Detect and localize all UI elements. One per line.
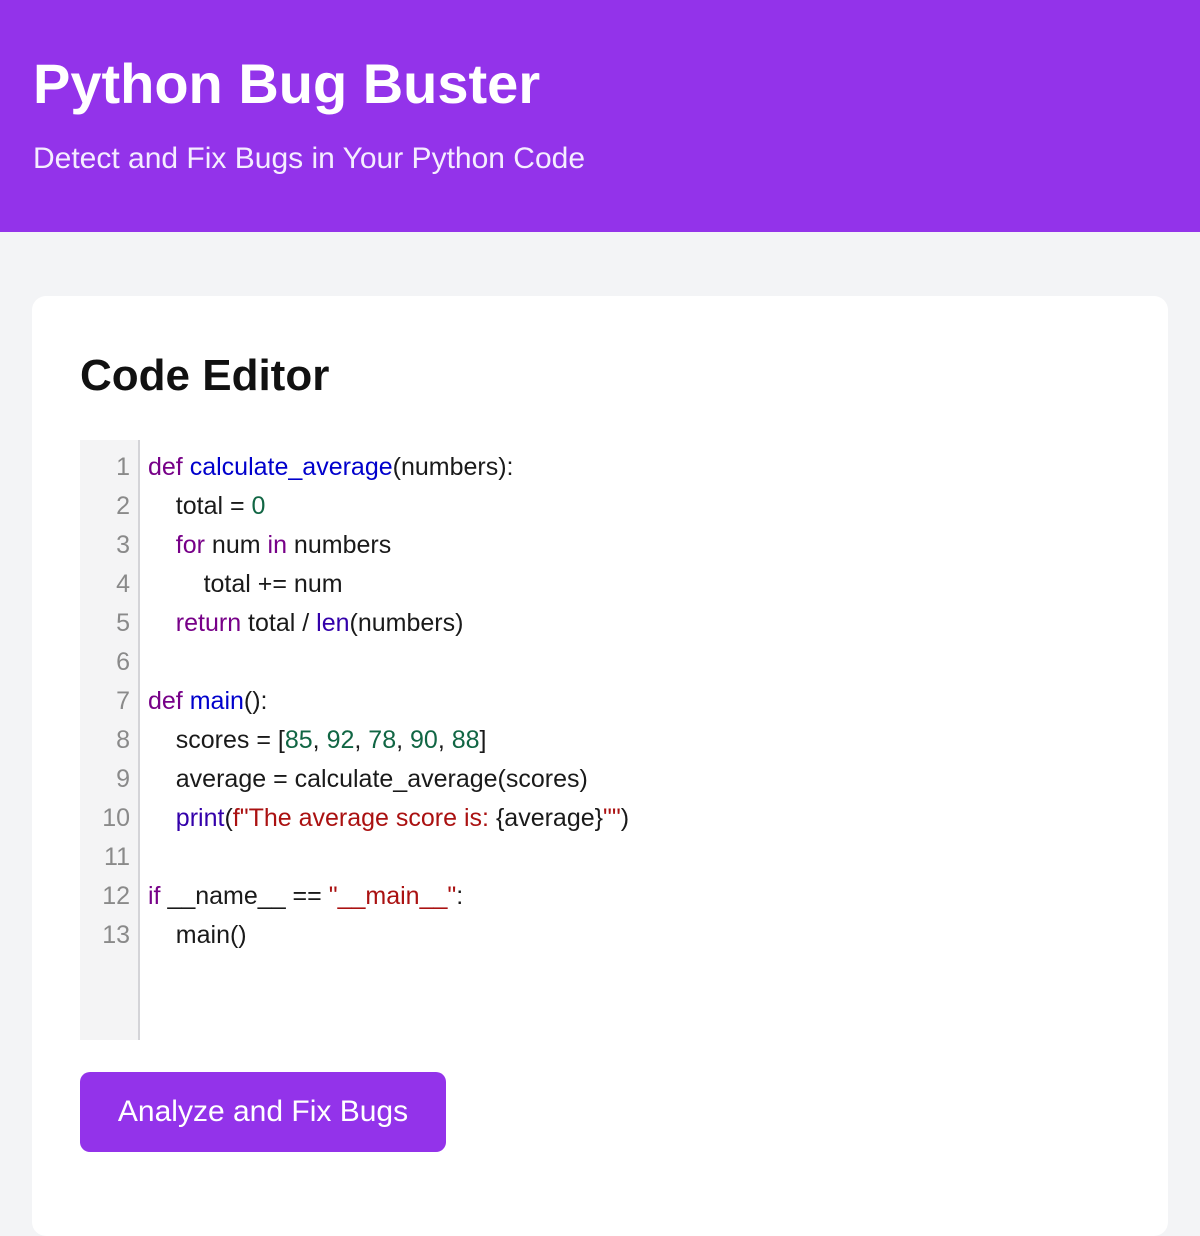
code-token: num [204,531,268,559]
code-token: 92 [326,726,355,754]
code-line[interactable]: print(f"The average score is: {average}"… [148,799,629,837]
code-line[interactable]: total += num [148,565,343,603]
code-token: main() [148,921,247,949]
code-token: 88 [451,726,480,754]
code-token: , [396,726,411,754]
code-token: def [148,687,183,715]
code-line[interactable]: if __name__ == "__main__": [148,877,463,915]
code-token: average = calculate_average(scores) [148,765,588,793]
code-line[interactable]: total = 0 [148,487,266,525]
code-line[interactable]: def calculate_average(numbers): [148,448,514,486]
code-token: (numbers): [392,453,514,481]
line-number: 12 [102,882,130,910]
line-number: 7 [116,687,130,715]
code-token: in [267,531,287,559]
line-number: 6 [116,648,130,676]
code-line[interactable]: average = calculate_average(scores) [148,760,588,798]
code-line[interactable]: main() [148,916,247,954]
code-token: main [189,687,244,715]
code-token: , [354,726,369,754]
code-token: if [148,882,161,910]
app-title: Python Bug Buster [33,52,541,115]
code-line[interactable]: return total / len(numbers) [148,604,464,642]
code-token: ] [479,726,487,754]
line-number: 2 [116,492,130,520]
code-token: total = [148,492,252,520]
code-token: 85 [284,726,313,754]
app-header: Python Bug Buster Detect and Fix Bugs in… [0,0,1200,232]
code-token: __name__ == [160,882,329,910]
code-token: scores = [ [148,726,285,754]
code-token: {average} [495,804,603,832]
code-token: print [175,804,225,832]
line-number: 1 [116,453,130,481]
code-line[interactable]: scores = [85, 92, 78, 90, 88] [148,721,487,759]
analyze-and-fix-bugs-button[interactable]: Analyze and Fix Bugs [80,1072,446,1152]
line-number: 8 [116,726,130,754]
line-number: 3 [116,531,130,559]
code-token: "__main__" [328,882,457,910]
app-subtitle: Detect and Fix Bugs in Your Python Code [33,142,586,175]
code-editor[interactable]: 1 2 3 4 5 6 7 8 9 10 11 12 13 def calculate_average(… [80,440,1120,1040]
line-number: 10 [102,804,130,832]
code-token: calculate_average [189,453,393,481]
code-token: ( [224,804,233,832]
code-token: "" [602,804,621,832]
code-token: (numbers) [349,609,464,637]
code-token: total / [241,609,317,637]
code-editor-card: Code Editor 1 2 3 4 5 6 7 8 9 10 11 12 13 def calcul… [32,296,1168,1236]
code-token: return [175,609,242,637]
line-number: 9 [116,765,130,793]
code-token: numbers [286,531,392,559]
line-number-gutter: 1 2 3 4 5 6 7 8 9 10 11 12 13 [80,440,140,1040]
code-token: total += num [148,570,343,598]
line-number: 11 [104,843,130,871]
code-token: 90 [410,726,438,754]
line-number: 13 [102,921,130,949]
code-token: len [316,609,350,637]
code-token: : [456,882,464,910]
code-token: for [175,531,205,559]
code-line[interactable]: def main(): [148,682,268,720]
code-line[interactable]: for num in numbers [148,526,391,564]
code-token: , [312,726,327,754]
code-token: , [437,726,452,754]
code-token: ) [620,804,630,832]
line-number: 4 [116,570,130,598]
code-token: (): [243,687,268,715]
code-token: f"The average score is: [232,804,496,832]
code-token: 0 [251,492,266,520]
code-token: def [148,453,183,481]
code-editor-title: Code Editor [80,351,330,400]
code-token: 78 [368,726,397,754]
line-number: 5 [116,609,130,637]
